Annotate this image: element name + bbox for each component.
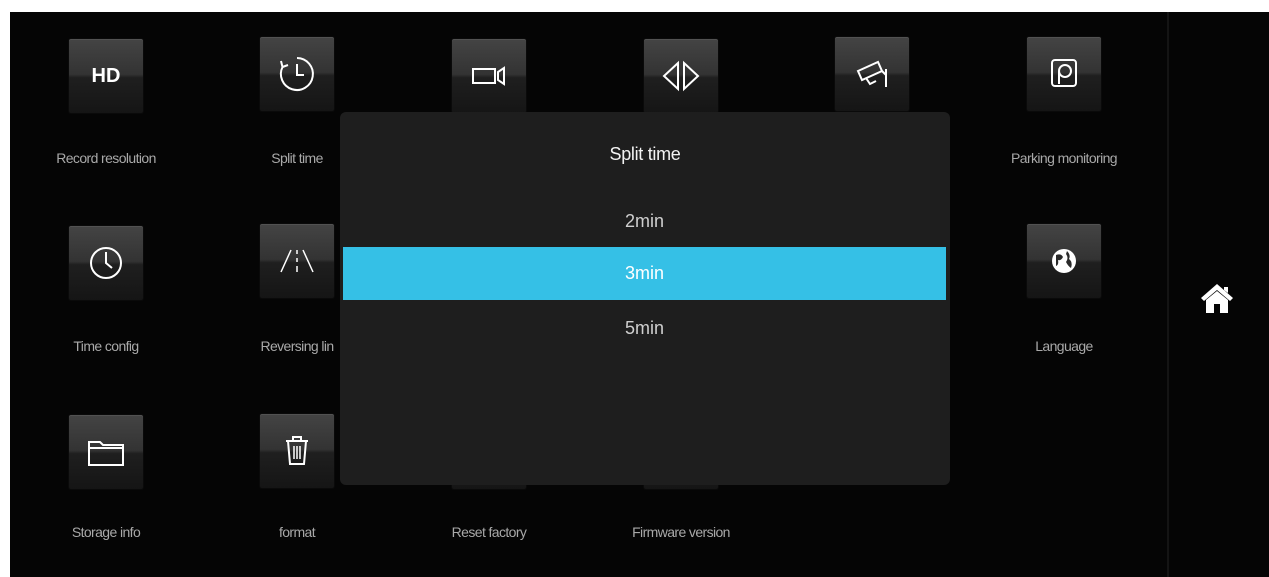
video-button[interactable]	[452, 39, 526, 113]
split-time-button[interactable]	[260, 37, 334, 111]
parking-icon	[1051, 59, 1077, 87]
mirror-arrows-icon	[662, 60, 700, 92]
settings-screen: HD Record resolution Split time Parking …	[10, 12, 1269, 577]
folder-icon	[88, 441, 124, 466]
record-resolution-button[interactable]: HD	[69, 39, 143, 113]
language-label: Language	[1035, 338, 1093, 354]
hd-icon: HD	[91, 64, 121, 87]
parking-monitoring-label: Parking monitoring	[1011, 150, 1118, 166]
reversing-lines-icon	[280, 249, 314, 273]
time-config-label: Time config	[73, 338, 139, 354]
format-label: format	[278, 524, 316, 540]
storage-info-label: Storage info	[71, 524, 141, 540]
record-resolution-label: Record resolution	[56, 150, 156, 166]
language-button[interactable]	[1027, 224, 1101, 298]
option-5min[interactable]: 5min	[343, 302, 946, 355]
reset-factory-label: Reset factory	[451, 524, 527, 540]
surveillance-button[interactable]	[835, 37, 909, 111]
side-divider	[1167, 12, 1169, 577]
clock-dial-icon	[90, 247, 122, 279]
parking-monitoring-button[interactable]	[1027, 37, 1101, 111]
split-time-dialog: Split time 2min 3min 5min	[340, 112, 950, 485]
trash-icon	[286, 436, 308, 465]
storage-info-button[interactable]	[69, 415, 143, 489]
dialog-title: Split time	[609, 144, 681, 164]
security-camera-icon	[856, 60, 887, 87]
clock-icon	[279, 57, 314, 91]
reversing-line-button[interactable]	[260, 224, 334, 298]
video-camera-icon	[472, 66, 505, 86]
firmware-version-label: Firmware version	[632, 524, 730, 540]
home-button[interactable]	[1197, 278, 1237, 318]
option-2min[interactable]: 2min	[343, 195, 946, 248]
format-button[interactable]	[260, 414, 334, 488]
home-icon	[1201, 284, 1233, 313]
globe-icon	[1052, 249, 1076, 273]
option-3min[interactable]: 3min	[343, 247, 946, 300]
time-config-button[interactable]	[69, 226, 143, 300]
mirror-button[interactable]	[644, 39, 718, 113]
